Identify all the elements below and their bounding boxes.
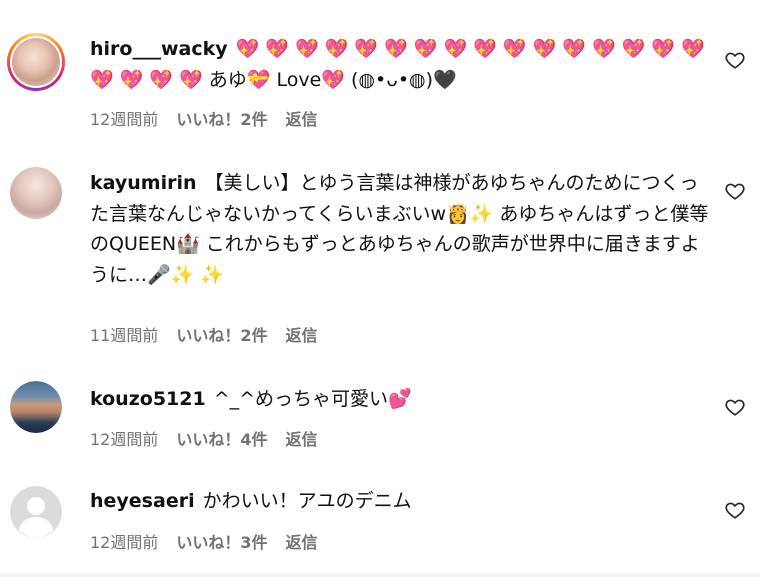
comment-likes[interactable]: いいね！4件 [176,430,267,449]
avatar[interactable] [10,167,62,219]
reply-button[interactable]: 返信 [286,430,318,449]
comment-username[interactable]: heyesaeri [90,490,195,512]
profile-photo-icon [10,167,62,219]
comment-time[interactable]: 12週間前 [90,430,158,449]
heart-outline-icon[interactable] [724,180,746,202]
reply-button[interactable]: 返信 [286,533,318,552]
default-avatar-icon [10,486,62,538]
comment-username[interactable]: hiro___wacky [90,38,228,60]
comment-text: かわいい！アユのデニム [202,490,412,512]
avatar[interactable] [7,33,65,91]
comment-username[interactable]: kouzo5121 [90,388,206,410]
comment-text-block: kayumirin 【美しい】とゆう言葉は神様があゆちゃんのためにつくった言葉なん… [90,168,710,290]
profile-photo-icon [10,36,62,88]
heart-outline-icon[interactable] [724,396,746,418]
comment-time[interactable]: 11週間前 [90,326,158,345]
comment-likes[interactable]: いいね！3件 [176,533,267,552]
reply-button[interactable]: 返信 [286,110,318,129]
comment-time[interactable]: 12週間前 [90,533,158,552]
comment-text-block: kouzo5121 ^_^めっちゃ可愛い💕 [90,384,705,415]
comment-meta: 11週間前 いいね！2件 返信 [90,322,336,346]
comment-text-block: hiro___wacky 💖 💖 💖 💖 💖 💖 💖 💖 💖 💖 💖 💖 💖 💖 … [90,34,705,95]
comment-meta: 12週間前 いいね！3件 返信 [90,529,336,553]
heart-outline-icon[interactable] [724,499,746,521]
comment-text: ^_^めっちゃ可愛い💕 [213,388,412,410]
reply-button[interactable]: 返信 [286,326,318,345]
profile-photo-icon [10,381,62,433]
comment-username[interactable]: kayumirin [90,172,197,194]
comment-likes[interactable]: いいね！2件 [176,110,267,129]
comment-likes[interactable]: いいね！2件 [176,326,267,345]
comment-meta: 12週間前 いいね！2件 返信 [90,106,336,130]
avatar[interactable] [10,486,62,538]
avatar[interactable] [10,381,62,433]
comment-text-block: heyesaeri かわいい！アユのデニム [90,486,705,517]
comment-time[interactable]: 12週間前 [90,110,158,129]
heart-outline-icon[interactable] [724,49,746,71]
comment-meta: 12週間前 いいね！4件 返信 [90,426,336,450]
